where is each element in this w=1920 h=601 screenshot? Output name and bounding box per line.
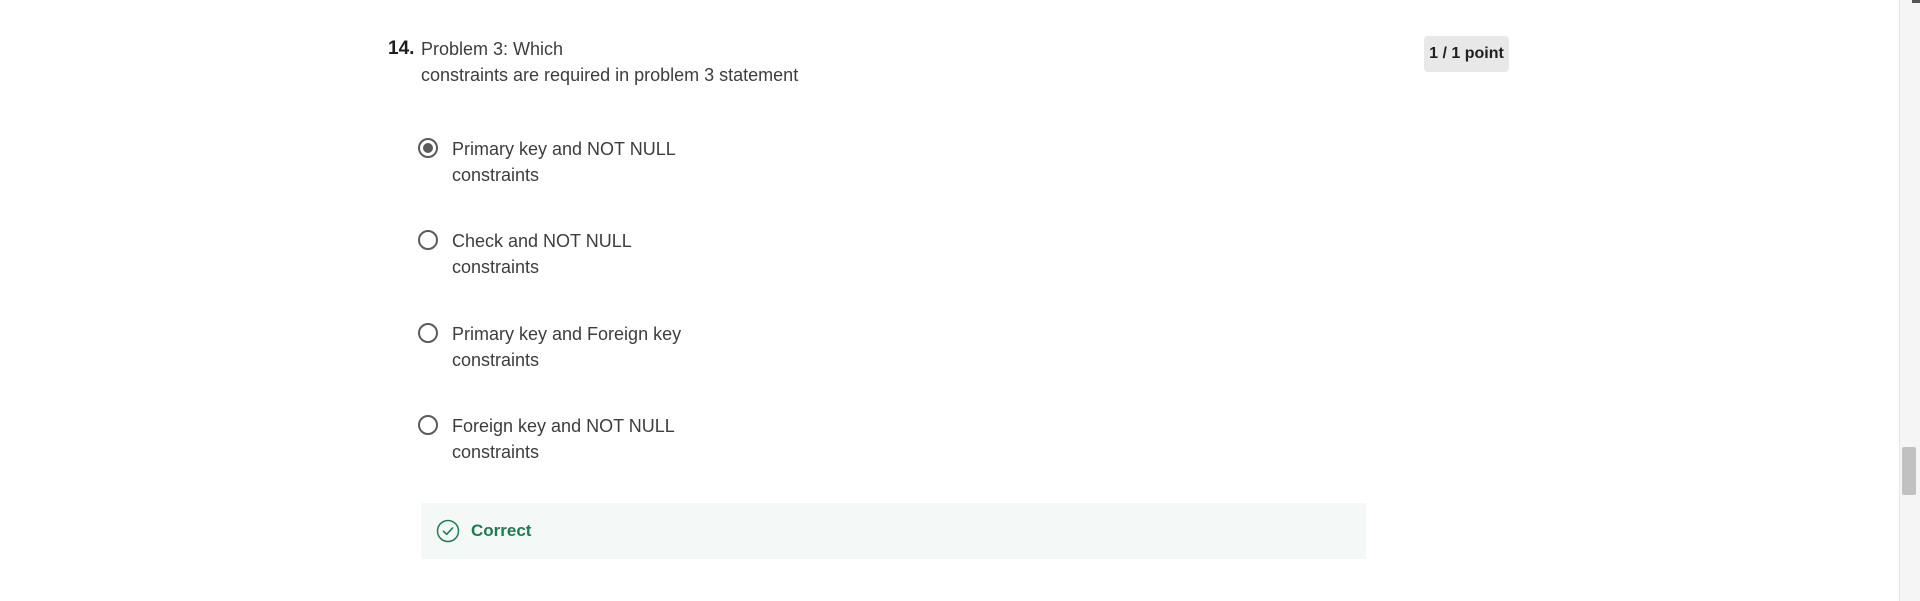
quiz-page: 14. Problem 3: Which constraints are req… [0,0,1920,601]
question-number: 14. [388,38,415,59]
option-label-line-1: Primary key and Foreign key [452,324,682,344]
option-label-line-2: constraints [452,442,540,462]
option-4[interactable]: Foreign key and NOT NULL constraints [418,413,675,465]
question-text: Problem 3: Which constraints are require… [421,36,798,88]
option-label: Primary key and NOT NULL constraints [452,136,676,188]
question-text-line-1: Problem 3: Which [421,39,564,59]
radio-icon[interactable] [418,415,438,435]
feedback-label: Correct [471,521,532,540]
option-label-line-2: constraints [452,165,540,185]
option-label: Check and NOT NULL constraints [452,228,632,280]
check-circle-icon [436,519,460,543]
option-label: Foreign key and NOT NULL constraints [452,413,675,465]
scrollbar-track[interactable] [1899,0,1920,601]
radio-selected-icon[interactable] [418,138,438,158]
feedback-banner: Correct [421,503,1366,559]
option-2[interactable]: Check and NOT NULL constraints [418,228,632,280]
scrollbar-thumb[interactable] [1902,447,1916,495]
question-text-line-2: constraints are required in problem 3 st… [421,65,799,85]
radio-icon[interactable] [418,323,438,343]
radio-icon[interactable] [418,230,438,250]
option-1[interactable]: Primary key and NOT NULL constraints [418,136,676,188]
scroll-up-arrow-icon[interactable] [1912,0,1920,3]
points-badge: 1 / 1 point [1424,36,1509,72]
option-label-line-1: Foreign key and NOT NULL [452,416,675,436]
option-label-line-1: Primary key and NOT NULL [452,139,676,159]
option-label: Primary key and Foreign key constraints [452,321,681,373]
option-label-line-2: constraints [452,350,540,370]
option-3[interactable]: Primary key and Foreign key constraints [418,321,681,373]
option-label-line-1: Check and NOT NULL [452,231,632,251]
option-label-line-2: constraints [452,257,540,277]
